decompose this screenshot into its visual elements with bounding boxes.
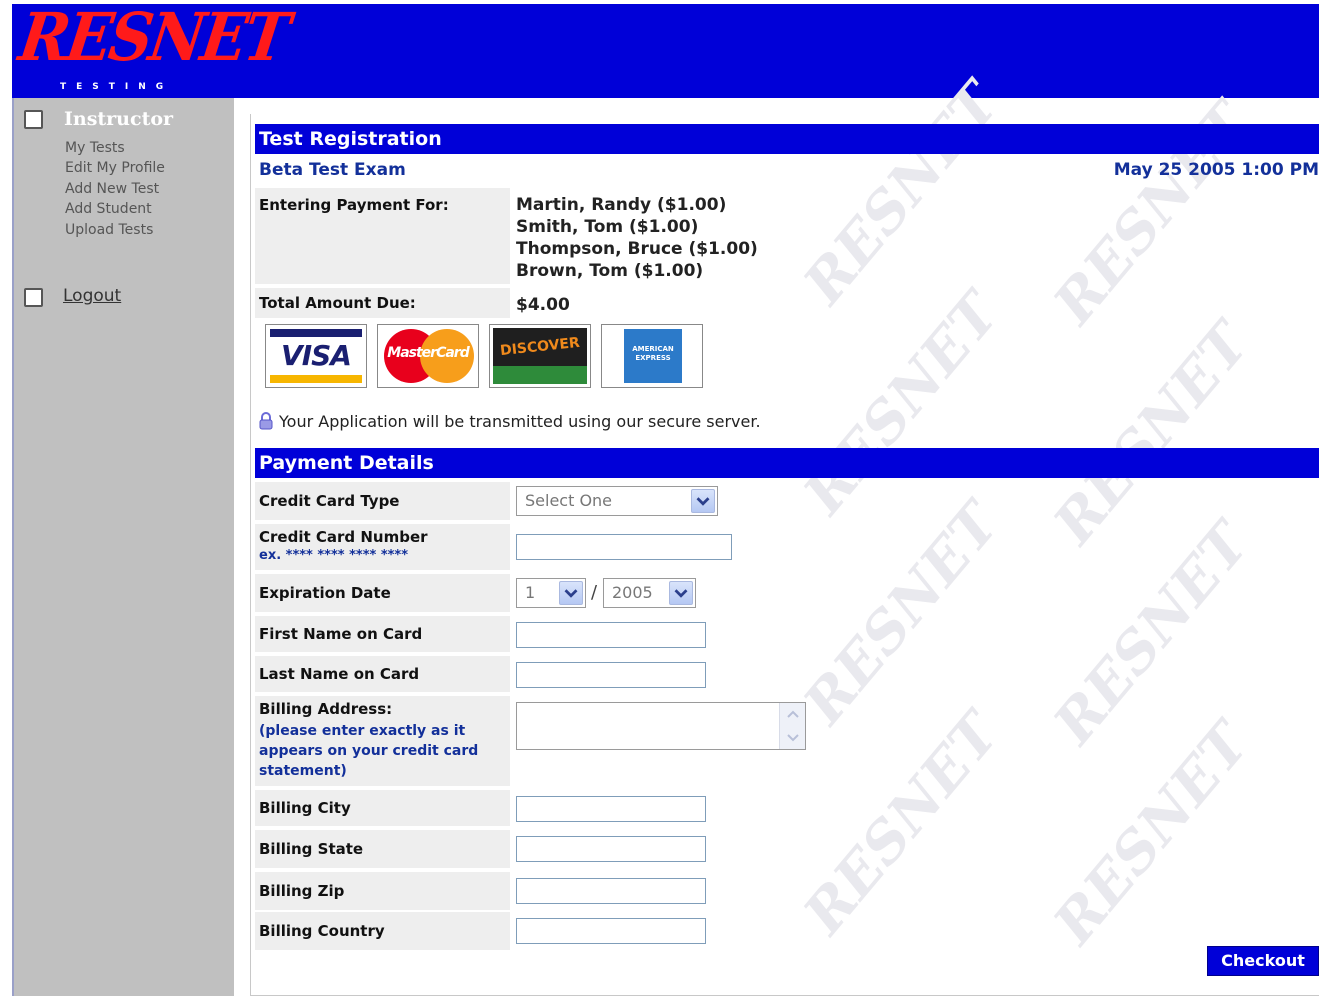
label-cell: Entering Payment For: [255,188,510,284]
payee-list: Martin, Randy ($1.00) Smith, Tom ($1.00)… [516,194,758,282]
discover-card-icon: DISCOVER [489,324,591,388]
main-panel: RESNET RESNET RESNET RESNET RESNET RESNE… [250,71,1319,996]
secure-notice: Your Application will be transmitted usi… [259,412,761,431]
sidebar-link-upload-tests[interactable]: Upload Tests [65,222,153,238]
billing-country-input[interactable] [516,918,706,944]
sidebar-link-my-tests[interactable]: My Tests [65,140,125,156]
watermark: RESNET [791,490,1013,737]
card-number-label: Credit Card Number [259,528,428,546]
exp-month-select[interactable]: 1 [516,578,586,608]
watermark: RESNET [791,700,1013,947]
watermark: RESNET [791,70,1013,317]
expiration-label: Expiration Date [259,584,391,602]
card-number-input[interactable] [516,534,732,560]
watermark: RESNET [1041,510,1263,757]
card-number-hint: ex. **** **** **** **** [259,548,409,563]
billing-zip-input[interactable] [516,878,706,904]
billing-country-label: Billing Country [259,922,385,940]
last-name-input[interactable] [516,662,706,688]
payment-for-label: Entering Payment For: [259,196,449,214]
label-cell: Billing City [255,790,510,826]
total-value: $4.00 [516,295,570,315]
last-name-label: Last Name on Card [259,665,420,683]
visa-text: VISA [281,339,352,372]
logo-text: RESNET [14,0,292,77]
label-cell: Credit Card Type [255,482,510,520]
label-cell: Billing State [255,830,510,868]
total-label: Total Amount Due: [259,294,416,312]
section-title-registration: Test Registration [255,124,1319,154]
lock-icon [259,412,273,430]
watermark: RESNET [1041,710,1263,957]
label-cell: Last Name on Card [255,656,510,692]
exp-year-select[interactable]: 2005 [603,578,696,608]
exam-date: May 25 2005 1:00 PM [1113,160,1319,180]
first-name-input[interactable] [516,622,706,648]
chevron-down-icon[interactable] [669,581,693,605]
checkbox-icon[interactable] [24,288,43,307]
first-name-label: First Name on Card [259,625,423,643]
section-title-payment: Payment Details [255,448,1319,478]
chevron-down-icon[interactable] [559,581,583,605]
visa-card-icon: VISA [265,324,367,388]
checkout-button[interactable]: Checkout [1207,946,1319,976]
exp-year-value: 2005 [612,583,653,602]
label-cell: Billing Address: (please enter exactly a… [255,696,510,786]
payee-item: Thompson, Bruce ($1.00) [516,239,758,259]
scroll-arrows-icon [787,710,799,742]
sidebar-link-add-student[interactable]: Add Student [65,201,152,217]
checkbox-icon[interactable] [24,110,43,129]
payee-item: Brown, Tom ($1.00) [516,261,704,281]
exp-month-value: 1 [525,583,536,602]
label-cell: Expiration Date [255,574,510,612]
exam-title: Beta Test Exam [259,160,406,180]
amex-card-icon: AMERICAN EXPRESS [601,324,703,388]
billing-address-label: Billing Address: [259,700,393,718]
billing-address-hint: (please enter exactly as it appears on y… [259,723,479,779]
page: RESNET TESTING Instructor My Tests Edit … [12,0,1319,996]
sidebar-link-edit-profile[interactable]: Edit My Profile [65,160,165,176]
scrollbar[interactable] [779,703,805,749]
amex-text: AMERICAN EXPRESS [632,345,674,362]
date-separator: / [591,582,598,603]
billing-state-label: Billing State [259,840,364,858]
watermark: RESNET [791,280,1013,527]
sidebar-link-add-test[interactable]: Add New Test [65,181,159,197]
logo-subtitle: TESTING [60,82,174,92]
billing-address-textarea[interactable] [516,702,806,750]
label-cell: Billing Zip [255,872,510,910]
sidebar-heading: Instructor [64,108,174,130]
billing-city-input[interactable] [516,796,706,822]
billing-city-label: Billing City [259,799,351,817]
sidebar: Instructor My Tests Edit My Profile Add … [12,98,234,996]
watermark: RESNET [1041,310,1263,557]
chevron-down-icon[interactable] [691,489,715,513]
payee-item: Martin, Randy ($1.00) [516,195,727,215]
logout-link[interactable]: Logout [63,286,121,306]
mastercard-text: MasterCard [387,345,469,361]
payee-item: Smith, Tom ($1.00) [516,217,699,237]
mastercard-icon: MasterCard [377,324,479,388]
card-type-value: Select One [525,491,613,510]
card-type-select[interactable]: Select One [516,486,718,516]
card-type-label: Credit Card Type [259,492,400,510]
label-cell: First Name on Card [255,616,510,652]
billing-state-input[interactable] [516,836,706,862]
billing-zip-label: Billing Zip [259,882,345,900]
logo[interactable]: RESNET TESTING [12,0,292,98]
secure-text: Your Application will be transmitted usi… [279,412,761,431]
label-cell: Billing Country [255,912,510,950]
label-cell: Credit Card Number ex. **** **** **** **… [255,524,510,570]
label-cell: Total Amount Due: [255,288,510,318]
header-bar: RESNET TESTING [12,0,1319,98]
